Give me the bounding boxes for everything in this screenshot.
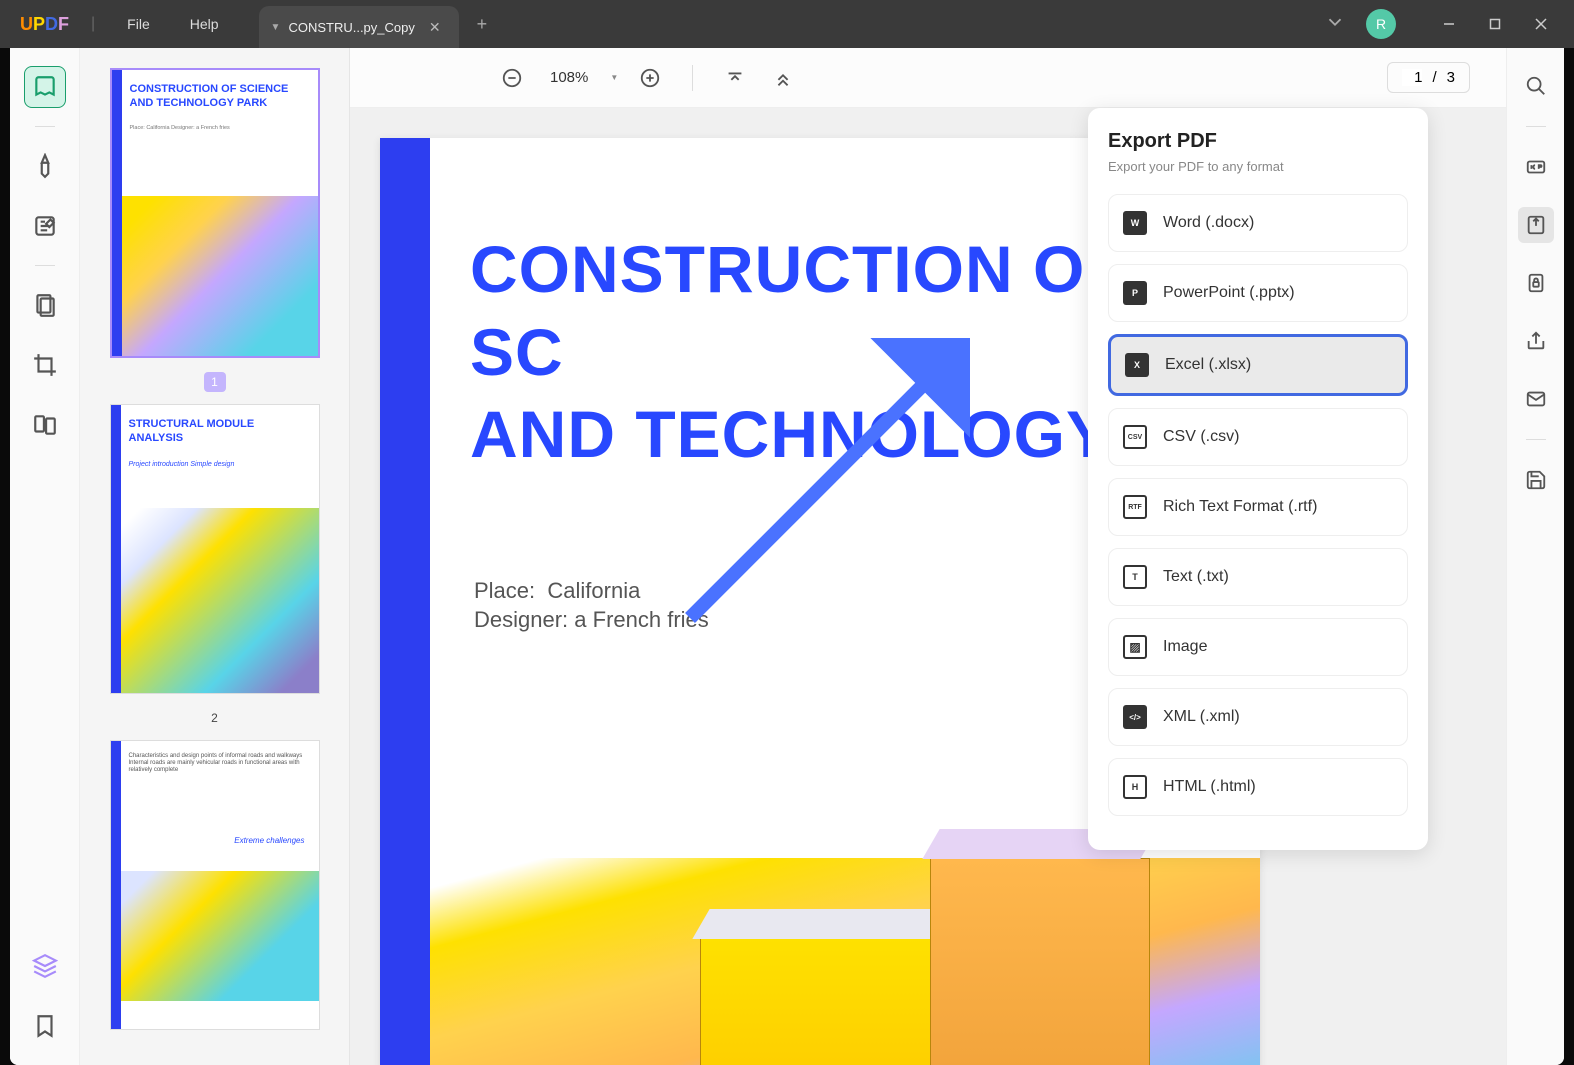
excel-icon: X: [1125, 353, 1149, 377]
page-indicator: / 3: [1387, 62, 1470, 93]
export-button[interactable]: [1518, 207, 1554, 243]
maximize-button[interactable]: [1472, 9, 1518, 39]
thumb-subtitle: Project introduction Simple design: [111, 450, 319, 469]
main-area: 108% ▼ / 3 CONSTRUCTION OF SC: [350, 48, 1506, 1065]
export-option-rtf[interactable]: RTF Rich Text Format (.rtf): [1108, 478, 1408, 536]
zoom-dropdown-icon[interactable]: ▼: [610, 73, 618, 82]
bookmark-button[interactable]: [24, 1005, 66, 1047]
tab-dropdown-icon[interactable]: ▼: [271, 22, 281, 33]
window-controls: [1426, 9, 1564, 39]
export-label: Rich Text Format (.rtf): [1163, 498, 1317, 516]
app-logo: UPDF: [10, 14, 79, 35]
close-window-button[interactable]: [1518, 9, 1564, 39]
email-button[interactable]: [1518, 381, 1554, 417]
page-thumbnail[interactable]: Characteristics and design points of inf…: [110, 740, 320, 1030]
export-label: Word (.docx): [1163, 214, 1254, 232]
export-label: Text (.txt): [1163, 568, 1229, 586]
export-label: Excel (.xlsx): [1165, 356, 1251, 374]
export-option-powerpoint[interactable]: P PowerPoint (.pptx): [1108, 264, 1408, 322]
document-tab[interactable]: ▼ CONSTRU...py_Copy ✕: [259, 6, 459, 48]
export-label: PowerPoint (.pptx): [1163, 284, 1295, 302]
minimize-button[interactable]: [1426, 9, 1472, 39]
export-option-text[interactable]: T Text (.txt): [1108, 548, 1408, 606]
export-panel-title: Export PDF: [1108, 130, 1408, 153]
search-button[interactable]: [1518, 68, 1554, 104]
export-label: HTML (.html): [1163, 778, 1256, 796]
export-option-html[interactable]: H HTML (.html): [1108, 758, 1408, 816]
image-icon: ▨: [1123, 635, 1147, 659]
rtf-icon: RTF: [1123, 495, 1147, 519]
current-page-input[interactable]: [1402, 69, 1422, 86]
export-label: CSV (.csv): [1163, 428, 1239, 446]
edit-text-button[interactable]: [24, 205, 66, 247]
menu-help[interactable]: Help: [170, 8, 239, 40]
page-separator: /: [1432, 69, 1436, 86]
thumb-subtitle: Extreme challenges: [234, 836, 304, 845]
thumb-subtitle: Place: California Designer: a French fri…: [112, 115, 318, 132]
view-toolbar: 108% ▼ / 3: [350, 48, 1506, 108]
menu-file[interactable]: File: [107, 8, 170, 40]
export-label: Image: [1163, 638, 1207, 656]
window-dropdown-icon[interactable]: [1324, 11, 1346, 38]
word-icon: W: [1123, 211, 1147, 235]
separator: [35, 265, 55, 266]
page-number-label: 2: [204, 708, 226, 728]
separator: |: [91, 15, 95, 33]
pages-tool-button[interactable]: [24, 284, 66, 326]
export-option-word[interactable]: W Word (.docx): [1108, 194, 1408, 252]
doc-illustration: [430, 858, 1260, 1065]
ocr-button[interactable]: [1518, 149, 1554, 185]
first-page-button[interactable]: [719, 62, 751, 94]
export-pdf-panel: Export PDF Export your PDF to any format…: [1088, 108, 1428, 850]
zoom-level: 108%: [544, 69, 594, 86]
xml-icon: </>: [1123, 705, 1147, 729]
save-button[interactable]: [1518, 462, 1554, 498]
export-label: XML (.xml): [1163, 708, 1240, 726]
user-avatar[interactable]: R: [1366, 9, 1396, 39]
export-option-image[interactable]: ▨ Image: [1108, 618, 1408, 676]
tab-add-button[interactable]: +: [477, 14, 488, 35]
crop-tool-button[interactable]: [24, 344, 66, 386]
page-thumbnail[interactable]: CONSTRUCTION OF SCIENCE AND TECHNOLOGY P…: [110, 68, 320, 358]
titlebar: UPDF | File Help ▼ CONSTRU...py_Copy ✕ +…: [0, 0, 1574, 48]
separator: [35, 126, 55, 127]
right-tool-rail: [1506, 48, 1564, 1065]
text-icon: T: [1123, 565, 1147, 589]
tab-bar: ▼ CONSTRU...py_Copy ✕ +: [259, 0, 488, 48]
export-panel-subtitle: Export your PDF to any format: [1108, 159, 1408, 174]
thumbnail-panel[interactable]: CONSTRUCTION OF SCIENCE AND TECHNOLOGY P…: [80, 48, 350, 1065]
zoom-out-button[interactable]: [496, 62, 528, 94]
powerpoint-icon: P: [1123, 281, 1147, 305]
export-option-excel[interactable]: X Excel (.xlsx): [1108, 334, 1408, 396]
total-pages: 3: [1447, 69, 1455, 86]
zoom-in-button[interactable]: [634, 62, 666, 94]
page-number-badge: 1: [204, 372, 226, 392]
highlight-tool-button[interactable]: [24, 145, 66, 187]
tab-title: CONSTRU...py_Copy: [288, 20, 414, 35]
layers-button[interactable]: [24, 945, 66, 987]
csv-icon: CSV: [1123, 425, 1147, 449]
page-thumbnail[interactable]: STRUCTURAL MODULE ANALYSIS Project intro…: [110, 404, 320, 694]
share-button[interactable]: [1518, 323, 1554, 359]
compare-tool-button[interactable]: [24, 404, 66, 446]
export-option-csv[interactable]: CSV CSV (.csv): [1108, 408, 1408, 466]
thumb-title: STRUCTURAL MODULE ANALYSIS: [111, 405, 319, 450]
thumb-title: CONSTRUCTION OF SCIENCE AND TECHNOLOGY P…: [112, 70, 318, 115]
tab-close-icon[interactable]: ✕: [423, 17, 447, 38]
html-icon: H: [1123, 775, 1147, 799]
export-option-xml[interactable]: </> XML (.xml): [1108, 688, 1408, 746]
protect-button[interactable]: [1518, 265, 1554, 301]
reader-mode-button[interactable]: [24, 66, 66, 108]
left-tool-rail: [10, 48, 80, 1065]
prev-page-button[interactable]: [767, 62, 799, 94]
